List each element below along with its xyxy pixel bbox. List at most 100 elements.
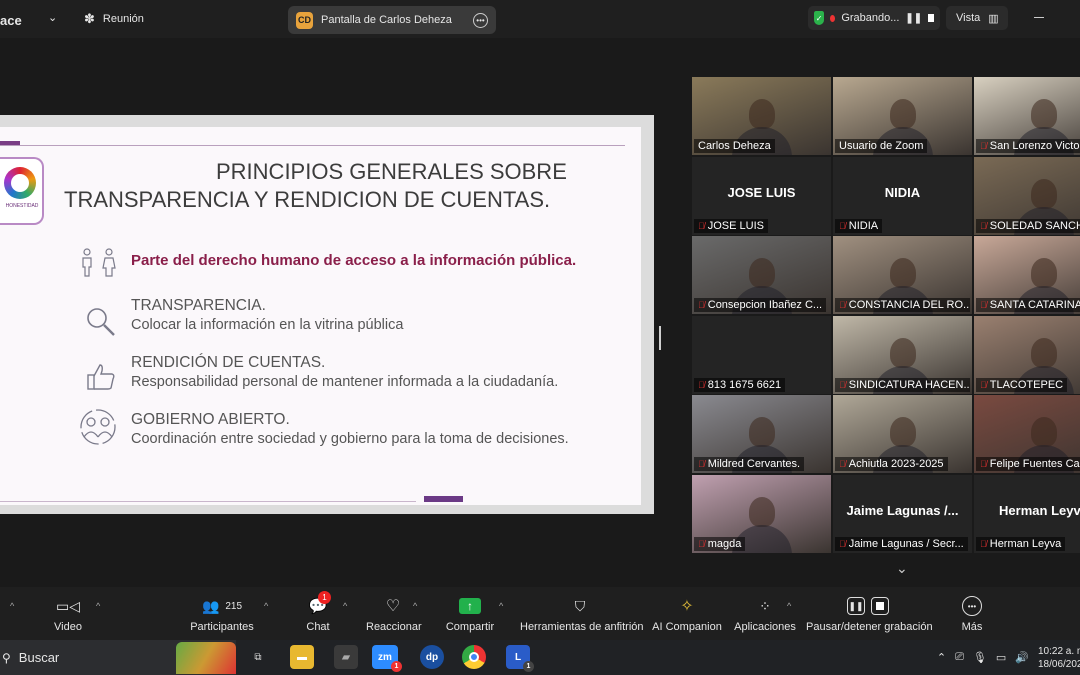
participant-tile[interactable]: Usuario de Zoom: [833, 77, 972, 155]
participant-tile[interactable]: 🎙̸ SANTA CATARINA: [974, 236, 1080, 314]
participant-tile[interactable]: 🎙̸SOLEDAD SANCHE: [974, 157, 1080, 235]
participant-tile[interactable]: JOSE LUIS 🎙̸ JOSE LUIS: [692, 157, 831, 235]
clock[interactable]: 10:22 a. m. 18/06/2025: [1038, 645, 1080, 671]
more-icon: •••: [962, 596, 982, 616]
participant-name: NIDIA: [848, 220, 879, 232]
mic-muted-icon: 🎙̸: [980, 459, 987, 469]
recording-indicator[interactable]: ✓ Grabando... ❚❚: [808, 6, 940, 30]
search-icon: ⚲: [2, 650, 11, 665]
participant-tile[interactable]: Herman Leyva 🎙̸ Herman Leyva: [974, 475, 1080, 553]
participant-name-label: 🎙̸ SINDICATURA HACEN...: [835, 378, 970, 392]
mic-muted-icon: 🎙̸: [698, 459, 705, 469]
participant-tile[interactable]: NIDIA 🎙̸ NIDIA: [833, 157, 972, 235]
participant-name: CONSTANCIA DEL RO...: [848, 299, 970, 311]
host-tools-button[interactable]: ⛉ Herramientas de anfitrión: [520, 595, 644, 634]
react-button[interactable]: ♡ Reaccionar: [366, 595, 422, 633]
participant-name-label: 🎙̸ magda: [694, 537, 746, 551]
network-icon[interactable]: ⎚: [955, 651, 964, 664]
react-options-caret[interactable]: ^: [413, 601, 417, 611]
audio-options-caret[interactable]: ^: [10, 601, 14, 611]
microphone-icon[interactable]: 🎙: [973, 651, 987, 664]
participant-name-label: 🎙̸ NIDIA: [835, 219, 883, 233]
ai-companion-button[interactable]: ✧ AI Companion: [652, 595, 722, 633]
participant-tile[interactable]: 🎙̸ Felipe Fuentes Ca: [974, 395, 1080, 473]
participants-label: Participantes: [190, 621, 254, 633]
apps-options-caret[interactable]: ^: [787, 601, 791, 611]
task-view-icon[interactable]: ⧉: [246, 645, 270, 669]
video-options-caret[interactable]: ^: [96, 601, 100, 611]
video-button[interactable]: ▭◁ Video: [50, 595, 86, 634]
volume-icon[interactable]: 🔊: [1015, 651, 1029, 664]
screen-share-indicator[interactable]: CD Pantalla de Carlos Deheza •••: [288, 6, 496, 34]
pause-recording-icon[interactable]: ❚❚: [905, 13, 922, 24]
participant-silhouette: [889, 338, 916, 368]
participant-tile[interactable]: 🎙̸ Achiutla 2023-2025: [833, 395, 972, 473]
participant-tile[interactable]: 🎙̸ San Lorenzo Victo: [974, 77, 1080, 155]
chrome-icon[interactable]: [462, 645, 486, 669]
resize-handle[interactable]: [659, 326, 661, 350]
share-button[interactable]: ↑ Compartir: [444, 595, 496, 633]
participants-options-caret[interactable]: ^: [264, 601, 268, 611]
participant-tile[interactable]: 🎙̸ CONSTANCIA DEL RO...: [833, 236, 972, 314]
participants-button[interactable]: 👥 215 Participantes: [190, 595, 254, 634]
apps-label: Aplicaciones: [734, 621, 796, 633]
meeting-menu[interactable]: ✽ Reunión: [84, 11, 144, 27]
mic-muted-icon: 🎙̸: [839, 221, 846, 231]
participant-name-label: 🎙̸ Felipe Fuentes Ca: [976, 457, 1080, 471]
participant-silhouette: [1030, 338, 1057, 368]
file-explorer-icon[interactable]: ▬: [290, 645, 314, 669]
participant-tile[interactable]: 🎙̸ Mildred Cervantes.: [692, 395, 831, 473]
participant-tile[interactable]: 🎙̸ SINDICATURA HACEN...: [833, 316, 972, 394]
meeting-icon: ✽: [84, 11, 95, 26]
participant-silhouette: [748, 497, 775, 527]
participant-silhouette: [1030, 179, 1057, 209]
participant-name-label: 🎙̸ San Lorenzo Victo: [976, 139, 1080, 153]
chevron-down-icon[interactable]: ⌄: [48, 11, 57, 24]
minimize-icon[interactable]: [1034, 17, 1044, 18]
zoom-window: ace ⌄ ✽ Reunión CD Pantalla de Carlos De…: [0, 0, 1080, 675]
more-options-icon[interactable]: •••: [473, 12, 488, 28]
clock-date: 18/06/2025: [1038, 658, 1080, 670]
participant-name: magda: [707, 538, 742, 550]
taskbar-search[interactable]: ⚲ Buscar: [0, 640, 236, 675]
participant-tile[interactable]: 🎙̸ TLACOTEPEC: [974, 316, 1080, 394]
app-dp-icon[interactable]: dp: [420, 645, 444, 669]
slide-bottom-line: [0, 501, 416, 502]
slide-title-line1: PRINCIPIOS GENERALES SOBRE: [216, 159, 567, 184]
recording-control-button[interactable]: ❚❚ Pausar/detener grabación: [806, 595, 933, 633]
battery-icon[interactable]: ▭: [996, 651, 1006, 664]
video-camera-icon: ▭◁: [56, 597, 80, 614]
chevron-up-icon[interactable]: ⌃: [937, 651, 946, 664]
participant-name: Mildred Cervantes.: [707, 458, 801, 470]
grid-view-icon: ▥: [988, 12, 999, 25]
participants-count: 215: [225, 600, 243, 612]
zoom-taskbar-icon[interactable]: zm 1: [372, 645, 402, 672]
people-circle-icon: [80, 409, 116, 445]
participant-tile[interactable]: 🎙̸ Consepcion Ibañez C...: [692, 236, 831, 314]
view-button[interactable]: Vista ▥: [946, 6, 1008, 30]
participant-name: Consepcion Ibañez C...: [707, 299, 823, 311]
chevron-down-icon[interactable]: ⌄: [896, 560, 908, 577]
app-icon[interactable]: ▰: [334, 645, 358, 669]
chat-button[interactable]: 💬 1 Chat: [302, 591, 334, 633]
chat-unread-badge: 1: [318, 591, 331, 604]
mic-muted-icon: 🎙̸: [980, 300, 987, 310]
participant-tile[interactable]: Jaime Lagunas /... 🎙̸ Jaime Lagunas / Secr…: [833, 475, 972, 553]
stop-recording-icon[interactable]: [928, 14, 934, 22]
chat-options-caret[interactable]: ^: [343, 601, 347, 611]
video-label: Video: [54, 621, 82, 633]
participant-tile[interactable]: 🎙̸ 813 1675 6621: [692, 316, 831, 394]
participant-name: Usuario de Zoom: [839, 140, 924, 152]
security-shield-icon[interactable]: ✓: [814, 11, 825, 25]
app-name: ace: [0, 13, 22, 28]
participant-tile[interactable]: Carlos Deheza: [692, 77, 831, 155]
more-button[interactable]: ••• Más: [956, 595, 988, 633]
view-label: Vista: [956, 12, 981, 24]
app-l-icon[interactable]: L1: [506, 645, 534, 672]
participant-name-label: Carlos Deheza: [694, 139, 775, 153]
participant-name: SANTA CATARINA: [989, 299, 1080, 311]
mic-muted-icon: 🎙̸: [698, 380, 705, 390]
share-options-caret[interactable]: ^: [499, 601, 503, 611]
participant-name: Achiutla 2023-2025: [848, 458, 944, 470]
participant-tile[interactable]: 🎙̸ magda: [692, 475, 831, 553]
